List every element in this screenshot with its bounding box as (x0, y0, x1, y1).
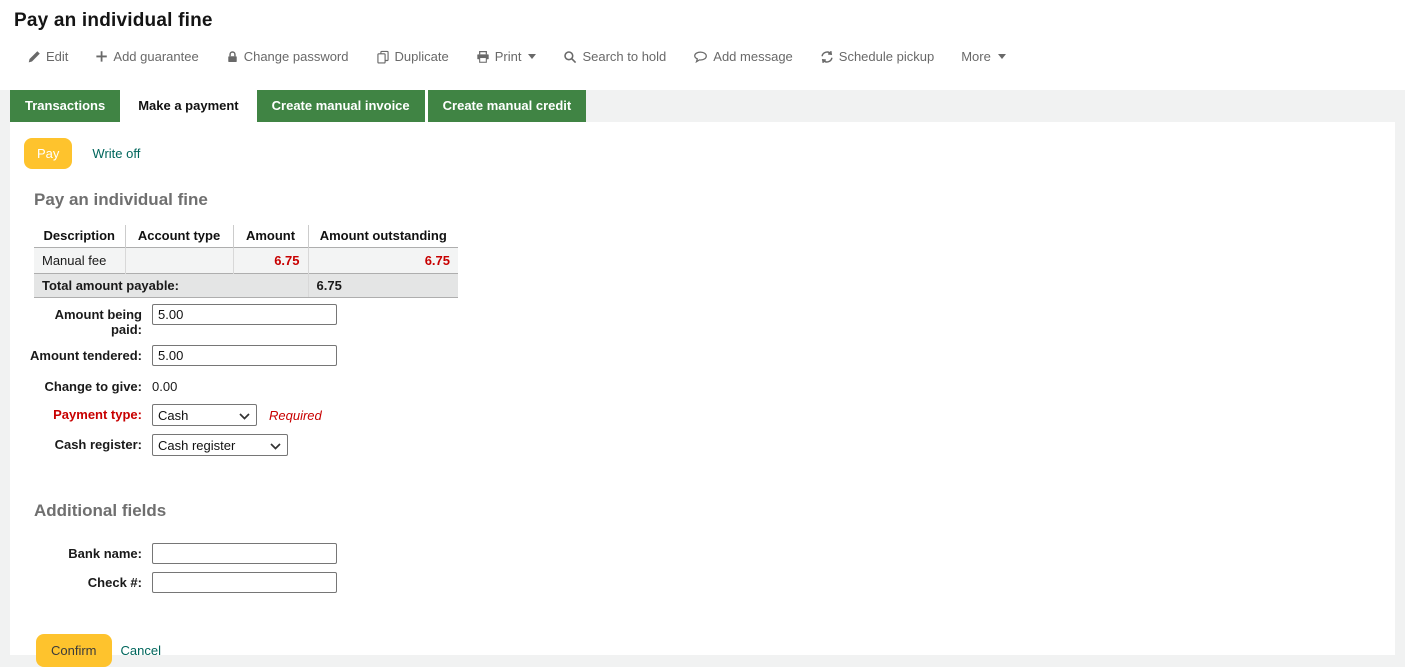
fee-table-row: Manual fee 6.75 6.75 (34, 248, 458, 274)
amount-being-paid-row: Amount being paid: (24, 304, 1395, 337)
total-label-cell: Total amount payable: (34, 274, 308, 298)
patron-toolbar: Edit Add guarantee Change password Dupli… (14, 49, 1405, 64)
amount-tendered-label: Amount tendered: (24, 345, 152, 363)
bank-name-label: Bank name: (24, 543, 152, 561)
add-message-button[interactable]: Add message (693, 49, 793, 64)
chevron-down-icon (239, 408, 250, 423)
change-to-give-value: 0.00 (152, 376, 177, 394)
cash-register-selected-value: Cash register (158, 438, 235, 453)
amount-being-paid-label: Amount being paid: (24, 304, 152, 337)
tab-make-a-payment[interactable]: Make a payment (123, 90, 256, 122)
column-header-account-type: Account type (125, 225, 233, 248)
cash-register-row: Cash register: Cash register (24, 434, 1395, 456)
tab-create-manual-invoice[interactable]: Create manual invoice (257, 90, 428, 122)
payment-mode-toggle: Pay Write off (24, 138, 1395, 169)
refresh-icon (820, 50, 834, 64)
edit-button[interactable]: Edit (27, 49, 68, 64)
check-number-row: Check #: (24, 572, 1395, 593)
write-off-mode-link[interactable]: Write off (92, 146, 140, 161)
duplicate-label: Duplicate (395, 49, 449, 64)
duplicate-button[interactable]: Duplicate (376, 49, 449, 64)
plus-icon (95, 50, 108, 63)
confirm-button[interactable]: Confirm (36, 634, 112, 667)
check-number-label: Check #: (24, 572, 152, 590)
change-password-label: Change password (244, 49, 349, 64)
payment-type-label: Payment type: (24, 404, 152, 422)
amount-tendered-row: Amount tendered: (24, 345, 1395, 366)
amount-tendered-input[interactable] (152, 345, 337, 366)
cash-register-label: Cash register: (24, 434, 152, 452)
schedule-pickup-button[interactable]: Schedule pickup (820, 49, 934, 64)
fee-amount-outstanding-cell: 6.75 (308, 248, 458, 274)
change-to-give-row: Change to give: 0.00 (24, 376, 1395, 394)
cash-register-select[interactable]: Cash register (152, 434, 288, 456)
total-value-cell: 6.75 (308, 274, 458, 298)
fines-table: Description Account type Amount Amount o… (34, 225, 458, 298)
search-to-hold-button[interactable]: Search to hold (563, 49, 666, 64)
fee-account-type-cell (125, 248, 233, 274)
add-message-label: Add message (713, 49, 793, 64)
payment-type-select[interactable]: Cash (152, 404, 257, 426)
column-header-description: Description (34, 225, 125, 248)
section-title: Pay an individual fine (34, 190, 1395, 210)
tab-create-manual-credit[interactable]: Create manual credit (428, 90, 587, 122)
make-payment-panel: Pay Write off Pay an individual fine Des… (10, 122, 1395, 655)
bank-name-input[interactable] (152, 543, 337, 564)
printer-icon (476, 50, 490, 64)
pay-mode-button[interactable]: Pay (24, 138, 72, 169)
amount-being-paid-input[interactable] (152, 304, 337, 325)
bank-name-row: Bank name: (24, 543, 1395, 564)
total-row: Total amount payable: 6.75 (34, 274, 458, 298)
page-title: Pay an individual fine (14, 10, 1405, 32)
search-icon (563, 50, 577, 64)
column-header-amount: Amount (233, 225, 308, 248)
tab-transactions[interactable]: Transactions (10, 90, 123, 122)
edit-label: Edit (46, 49, 68, 64)
change-password-button[interactable]: Change password (226, 49, 349, 64)
additional-fields-form: Bank name: Check #: (10, 543, 1395, 593)
search-to-hold-label: Search to hold (582, 49, 666, 64)
required-note: Required (269, 404, 322, 423)
payment-form: Amount being paid: Amount tendered: Chan… (10, 304, 1395, 456)
cancel-link[interactable]: Cancel (121, 643, 161, 658)
speech-bubble-icon (693, 50, 708, 64)
page-header: Pay an individual fine Edit Add guarante… (0, 0, 1405, 90)
add-guarantee-label: Add guarantee (113, 49, 198, 64)
fines-table-header-row: Description Account type Amount Amount o… (34, 225, 458, 248)
more-button[interactable]: More (961, 49, 1006, 64)
caret-down-icon (528, 54, 536, 59)
chevron-down-icon (270, 438, 281, 453)
more-label: More (961, 49, 991, 64)
column-header-amount-outstanding: Amount outstanding (308, 225, 458, 248)
additional-fields-title: Additional fields (34, 501, 1395, 521)
payment-type-row: Payment type: Cash Required (24, 404, 1395, 426)
form-actions: Confirm Cancel (36, 634, 1395, 667)
print-label: Print (495, 49, 522, 64)
schedule-pickup-label: Schedule pickup (839, 49, 934, 64)
account-tab-bar: Transactions Make a payment Create manua… (10, 90, 1395, 122)
check-number-input[interactable] (152, 572, 337, 593)
payment-type-selected-value: Cash (158, 408, 188, 423)
change-to-give-label: Change to give: (24, 376, 152, 394)
copy-icon (376, 50, 390, 64)
fee-amount-cell: 6.75 (233, 248, 308, 274)
lock-icon (226, 50, 239, 64)
print-button[interactable]: Print (476, 49, 537, 64)
fee-description-cell: Manual fee (34, 248, 125, 274)
caret-down-icon (998, 54, 1006, 59)
add-guarantee-button[interactable]: Add guarantee (95, 49, 198, 64)
pencil-icon (27, 50, 41, 64)
app-root: Pay an individual fine Edit Add guarante… (0, 0, 1405, 655)
